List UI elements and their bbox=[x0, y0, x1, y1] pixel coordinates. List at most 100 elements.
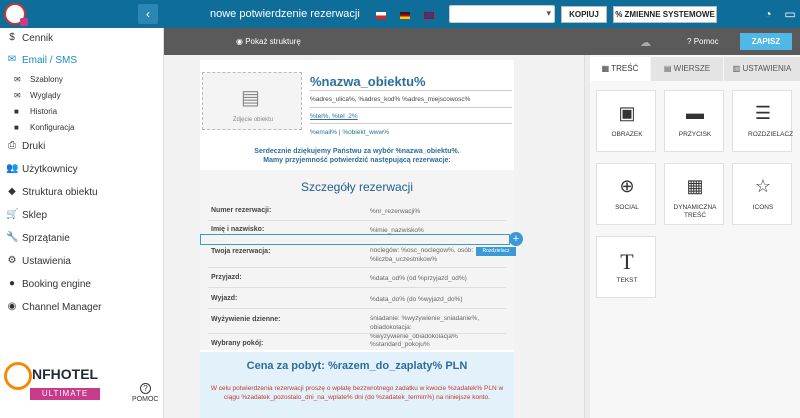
sidebar-item-channel-manager[interactable]: ◉ Channel Manager bbox=[0, 297, 164, 319]
sidebar-item-booking-engine[interactable]: ● Booking engine bbox=[0, 274, 164, 296]
block-icons[interactable]: ☆ ICONS bbox=[732, 163, 792, 225]
system-variables-button[interactable]: % ZMIENNE SYSTEMOWE bbox=[613, 6, 717, 23]
thanks-line-1: Serdecznie dziękujemy Państwu za wybór %… bbox=[254, 148, 460, 155]
divider bbox=[208, 267, 506, 268]
detail-label: Przyjazd: bbox=[211, 274, 242, 281]
sidebar-item-cennik[interactable]: $ Cennik bbox=[0, 28, 164, 50]
block-dynamiczna-tresc[interactable]: ▦ DYNAMICZNA TREŚĆ bbox=[664, 163, 724, 225]
sidebar-subitem-konfiguracja[interactable]: ■ Konfiguracja bbox=[0, 120, 164, 136]
divider bbox=[310, 107, 512, 108]
show-structure-toggle[interactable]: ◉ Pokaż strukturę bbox=[236, 37, 301, 46]
block-social[interactable]: ⊕ SOCIAL bbox=[596, 163, 656, 225]
sidebar-item-sprzatanie[interactable]: 🔧 Sprzątanie bbox=[0, 228, 164, 250]
block-rozdzielacz[interactable]: ☰ ROZDZIELACZ bbox=[732, 90, 794, 152]
sidebar-help-label[interactable]: POMOC bbox=[132, 396, 158, 403]
cloud-upload-icon[interactable]: ☁ bbox=[640, 36, 651, 49]
divider bbox=[208, 220, 506, 221]
tab-label: TREŚĆ bbox=[611, 64, 639, 73]
details-title: Szczegóły rezerwacji bbox=[300, 180, 414, 194]
detail-label: Imię i nazwisko: bbox=[211, 226, 265, 233]
divider-icon: ☰ bbox=[754, 103, 772, 123]
sidebar-item-label: Struktura obiektu bbox=[22, 187, 98, 198]
sidebar-subitem-historia[interactable]: ■ Historia bbox=[0, 104, 164, 120]
divider bbox=[208, 333, 506, 334]
sidebar-item-email-sms[interactable]: ✉ Email / SMS bbox=[0, 50, 164, 72]
thanks-line-2: Mamy przyjemność potwierdzić następującą… bbox=[263, 157, 451, 164]
sidebar-item-label: Booking engine bbox=[22, 279, 91, 290]
users-icon: 👥 bbox=[6, 163, 19, 174]
eye-icon: ◉ bbox=[236, 37, 243, 46]
envelope-icon: ✉ bbox=[14, 91, 21, 100]
dollar-icon: $ bbox=[9, 32, 15, 43]
hotel-phone[interactable]: %tel%, %tel_2% bbox=[310, 113, 358, 120]
tab-ustawienia[interactable]: ▥ USTAWIENIA bbox=[724, 57, 800, 81]
flag-pl-icon[interactable] bbox=[376, 12, 386, 19]
save-button[interactable]: ZAPISZ bbox=[740, 33, 792, 50]
plus-circle-icon: ⊕ bbox=[619, 176, 635, 196]
sidebar-item-sklep[interactable]: 🛒 Sklep bbox=[0, 205, 164, 227]
envelope-icon: ✉ bbox=[14, 75, 21, 84]
block-label: TEKST bbox=[616, 277, 638, 284]
editor-help-button[interactable]: ? Pomoc bbox=[687, 37, 719, 46]
tab-wiersze[interactable]: ▤ WIERSZE bbox=[651, 57, 723, 81]
sidebar-item-ustawienia[interactable]: ⚙ Ustawienia bbox=[0, 251, 164, 273]
editor-help-label: Pomoc bbox=[693, 37, 719, 46]
brand-circle-icon bbox=[4, 362, 32, 390]
tags-icon: ◆ bbox=[8, 186, 16, 197]
divider bbox=[208, 287, 506, 288]
brand-name: NFHOTEL bbox=[32, 366, 99, 382]
block-obrazek[interactable]: ▣ OBRAZEK bbox=[596, 90, 656, 152]
tab-label: USTAWIENIA bbox=[742, 64, 792, 73]
wrench-icon: 🔧 bbox=[6, 232, 19, 243]
envelope-icon: ✉ bbox=[7, 54, 17, 65]
star-icon: ☆ bbox=[754, 176, 772, 196]
block-label: SOCIAL bbox=[615, 204, 639, 211]
block-label: ICONS bbox=[752, 204, 774, 211]
detail-value: %data_od% (od %przyjazd_od%) bbox=[370, 275, 467, 282]
selected-divider-block[interactable] bbox=[200, 234, 510, 245]
brand-logo: NFHOTEL ULTIMATE bbox=[4, 360, 102, 414]
sidebar-item-label: Druki bbox=[22, 141, 46, 152]
block-tekst[interactable]: T TEKST bbox=[596, 236, 656, 298]
block-label: ROZDZIELACZ bbox=[748, 131, 794, 138]
speed-icon[interactable]: ◔ bbox=[760, 6, 776, 22]
app-logo[interactable] bbox=[4, 3, 28, 26]
tab-label: WIERSZE bbox=[673, 64, 711, 73]
gears-icon: ⚙ bbox=[7, 255, 17, 266]
help-icon: ? bbox=[687, 37, 692, 46]
detail-value: noclegów: %osc_noclegow%, osób: %liczba_… bbox=[370, 247, 474, 263]
sidebar-subitem-szablony[interactable]: ✉ Szablony bbox=[0, 72, 164, 88]
lock-icon: ■ bbox=[14, 123, 19, 132]
price-title: Cena za pobyt: %razem_do_zaplaty% PLN bbox=[246, 360, 468, 372]
block-przycisk[interactable]: ▬ PRZYCISK bbox=[664, 90, 724, 152]
hotel-name: %nazwa_obiektu% bbox=[310, 74, 426, 89]
sidebar-subitem-wyglady[interactable]: ✉ Wyglądy bbox=[0, 88, 164, 104]
sidebar-subitem-label: Historia bbox=[30, 107, 58, 116]
flag-gb-icon[interactable] bbox=[424, 12, 434, 19]
block-label: PRZYCISK bbox=[678, 131, 712, 138]
detail-label: Wybrany pokój: bbox=[211, 340, 264, 347]
divider bbox=[208, 308, 506, 309]
collapse-sidebar-button[interactable]: ‹ bbox=[138, 4, 158, 24]
sidebar-item-uzytkownicy[interactable]: 👥 Użytkownicy bbox=[0, 159, 164, 181]
sidebar-item-druki[interactable]: ⎙ Druki bbox=[0, 136, 164, 158]
help-icon[interactable]: ? bbox=[140, 383, 151, 394]
sidebar-item-struktura[interactable]: ◆ Struktura obiektu bbox=[0, 182, 164, 204]
block-tooltip: Rozdzielacz bbox=[476, 247, 516, 256]
hotel-image-placeholder[interactable]: ▤ Zdjęcie obiektu bbox=[202, 72, 302, 130]
logout-icon[interactable]: ▭ bbox=[782, 6, 798, 22]
detail-label: Wyżywienie dzienne: bbox=[211, 316, 281, 323]
system-variables-label: ZMIENNE SYSTEMOWE bbox=[624, 10, 715, 19]
detail-value: śniadanie: %wyzywienie_sniadanie%, obiad… bbox=[370, 315, 480, 340]
divider bbox=[310, 90, 512, 91]
block-label: OBRAZEK bbox=[611, 131, 643, 138]
add-block-icon[interactable]: + bbox=[509, 232, 523, 246]
copy-button[interactable]: KOPIUJ bbox=[561, 6, 607, 23]
template-select[interactable] bbox=[449, 5, 555, 23]
hotel-email-www[interactable]: %email% | %obiekt_www% bbox=[310, 129, 389, 136]
tab-tresc[interactable]: ▦ TREŚĆ bbox=[590, 57, 650, 81]
sidebar-item-label: Sklep bbox=[22, 210, 48, 221]
flag-de-icon[interactable] bbox=[400, 12, 410, 19]
show-structure-label: Pokaż strukturę bbox=[245, 37, 301, 46]
detail-value: %data_do% (do %wyjazd_do%) bbox=[370, 296, 463, 303]
